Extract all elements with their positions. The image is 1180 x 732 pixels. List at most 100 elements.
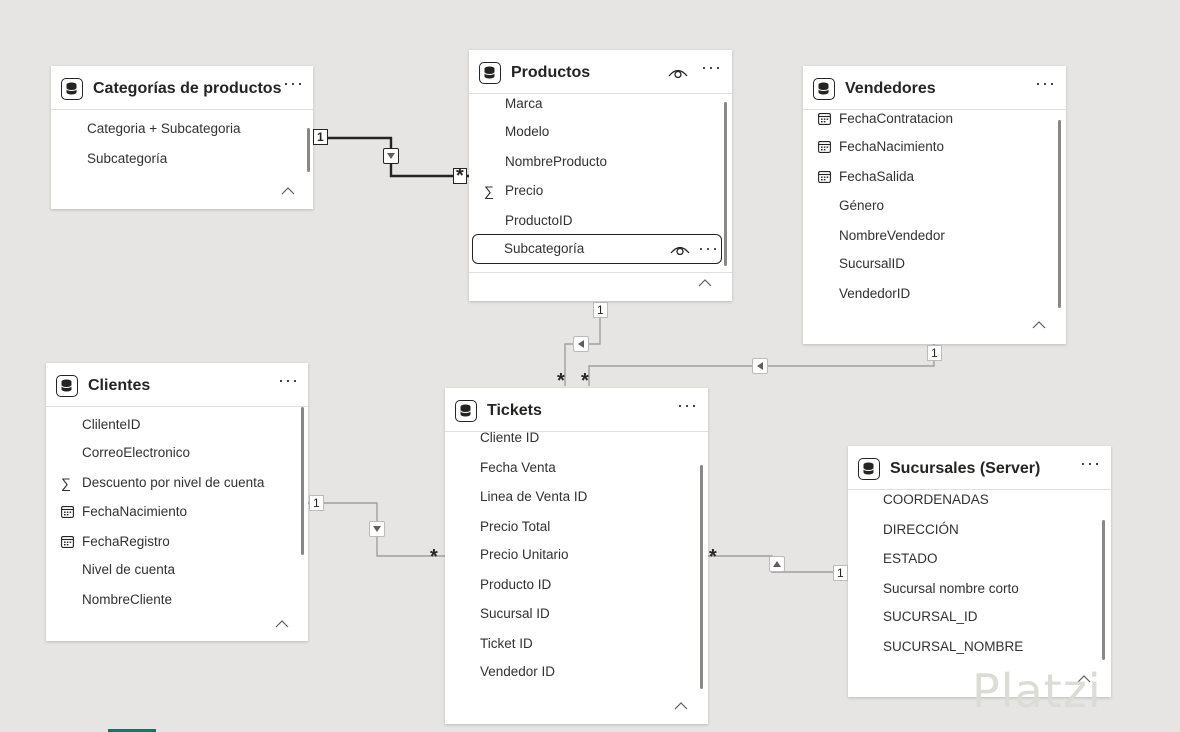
field-row[interactable]: ESTADO [848, 545, 1111, 573]
cardinality-one-label[interactable]: 1 [309, 495, 324, 511]
field-row[interactable]: ClilenteID [46, 411, 308, 439]
field-row[interactable]: Vendedor ID [445, 658, 708, 686]
field-name: SucursalID [839, 256, 906, 271]
scrollbar[interactable] [724, 102, 727, 266]
field-row[interactable]: SucursalID [803, 250, 1066, 278]
table-icon [56, 375, 78, 397]
field-row[interactable]: COORDENADAS [848, 486, 1111, 514]
field-row[interactable]: ∑ Descuento por nivel de cuenta [46, 469, 308, 497]
collapse-icon[interactable] [1032, 321, 1046, 329]
card-header[interactable]: Categorías de productos ··· [51, 66, 313, 110]
more-options-icon[interactable]: ··· [1035, 74, 1056, 92]
field-name: Subcategoría [87, 151, 168, 166]
scrollbar[interactable] [1058, 120, 1061, 308]
scrollbar[interactable] [307, 128, 310, 172]
cardinality-one-label[interactable]: 1 [313, 129, 328, 145]
cardinality-many-label[interactable]: * [453, 166, 467, 186]
table-card-tickets[interactable]: Tickets ··· Cliente ID Fecha Venta Linea… [445, 388, 708, 724]
more-options-icon[interactable]: ··· [278, 371, 299, 389]
card-title: Vendedores [845, 80, 936, 97]
field-row[interactable]: DIRECCIÓN [848, 516, 1111, 544]
field-row[interactable]: Fecha Venta [445, 454, 708, 482]
cardinality-one-label[interactable]: 1 [833, 565, 848, 581]
field-row[interactable]: FechaRegistro [46, 528, 308, 556]
field-row[interactable]: NombreCliente [46, 586, 308, 614]
field-row[interactable]: Género [803, 192, 1066, 220]
table-card-vendedores[interactable]: Vendedores ··· FechaContratacion FechaNa… [803, 66, 1066, 344]
field-row[interactable]: SUCURSAL_ID [848, 603, 1111, 631]
more-options-icon[interactable]: ··· [698, 234, 719, 262]
field-row[interactable]: Marca [469, 90, 732, 118]
sigma-icon: ∑ [61, 475, 71, 491]
filter-direction-up-icon[interactable] [769, 556, 785, 572]
more-options-icon[interactable]: ··· [283, 74, 304, 92]
more-options-icon[interactable]: ··· [701, 58, 722, 76]
visibility-eye-icon[interactable] [670, 244, 690, 256]
table-card-categorias[interactable]: Categorías de productos ··· Categoria + … [51, 66, 313, 209]
table-icon [479, 62, 501, 84]
field-row[interactable]: Linea de Venta ID [445, 483, 708, 511]
card-header[interactable]: Sucursales (Server) ··· [848, 446, 1111, 490]
field-row[interactable]: ∑ Precio [469, 177, 732, 205]
scrollbar[interactable] [301, 407, 304, 555]
field-row[interactable]: NombreVendedor [803, 222, 1066, 250]
cardinality-one-label[interactable]: 1 [593, 302, 608, 318]
field-row[interactable]: FechaNacimiento [46, 498, 308, 526]
more-options-icon[interactable]: ··· [677, 396, 698, 414]
field-row[interactable]: Precio Total [445, 513, 708, 541]
field-row[interactable]: Cliente ID [445, 424, 708, 452]
scrollbar[interactable] [700, 465, 703, 689]
field-row[interactable]: ProductoID [469, 207, 732, 235]
cardinality-many-label[interactable]: * [581, 371, 589, 391]
cardinality-many-label[interactable]: * [557, 371, 565, 391]
field-row[interactable]: Ticket ID [445, 630, 708, 658]
card-header[interactable]: Vendedores ··· [803, 66, 1066, 110]
field-name: ESTADO [883, 551, 938, 566]
card-header[interactable]: Productos ··· [469, 50, 732, 94]
cardinality-many-label[interactable]: * [709, 547, 717, 567]
collapse-icon[interactable] [281, 187, 295, 195]
card-title: Productos [511, 64, 591, 81]
model-canvas[interactable]: Categorías de productos ··· Categoria + … [0, 0, 1180, 732]
card-title: Clientes [88, 377, 151, 394]
more-options-icon[interactable]: ··· [1080, 454, 1101, 472]
field-row[interactable]: Categoria + Subcategoria [51, 115, 313, 143]
visibility-eye-icon[interactable] [668, 67, 688, 79]
field-row[interactable]: VendedorID [803, 280, 1066, 308]
field-row[interactable]: Subcategoría [51, 145, 313, 173]
field-row[interactable]: FechaSalida [803, 163, 1066, 191]
field-row[interactable]: SUCURSAL_NOMBRE [848, 633, 1111, 661]
field-row[interactable]: Sucursal nombre corto [848, 575, 1111, 603]
field-row[interactable]: FechaNacimiento [803, 133, 1066, 161]
field-row[interactable]: FechaContratacion [803, 105, 1066, 133]
field-name: Sucursal nombre corto [883, 581, 1019, 596]
card-header[interactable]: Clientes ··· [46, 363, 308, 407]
filter-direction-down-icon[interactable] [369, 521, 385, 537]
filter-direction-left-icon[interactable] [573, 336, 589, 352]
table-card-sucursales[interactable]: Sucursales (Server) ··· COORDENADAS DIRE… [848, 446, 1111, 697]
field-row[interactable]: Precio Unitario [445, 541, 708, 569]
field-row[interactable]: Producto ID [445, 571, 708, 599]
filter-direction-left-icon[interactable] [752, 358, 768, 374]
table-card-productos[interactable]: Productos ··· Marca Modelo NombreProduct… [469, 50, 732, 301]
field-name: Precio Total [480, 519, 551, 534]
scrollbar[interactable] [1102, 520, 1105, 660]
collapse-icon[interactable] [275, 620, 289, 628]
cardinality-many-label[interactable]: * [430, 547, 438, 567]
field-name: Fecha Venta [480, 460, 556, 475]
field-row[interactable]: Modelo [469, 118, 732, 146]
field-name: Género [839, 198, 885, 213]
field-name: COORDENADAS [883, 492, 989, 507]
collapse-icon[interactable] [674, 702, 688, 710]
field-row-selected[interactable]: Subcategoría ··· [472, 234, 722, 264]
cardinality-one-label[interactable]: 1 [927, 345, 942, 361]
field-row[interactable]: CorreoElectronico [46, 439, 308, 467]
table-card-clientes[interactable]: Clientes ··· ClilenteID CorreoElectronic… [46, 363, 308, 641]
field-row[interactable]: NombreProducto [469, 148, 732, 176]
collapse-icon[interactable] [698, 279, 712, 287]
field-name: Precio Unitario [480, 547, 569, 562]
field-row[interactable]: Sucursal ID [445, 600, 708, 628]
field-row[interactable]: Nivel de cuenta [46, 556, 308, 584]
calendar-icon [61, 506, 74, 518]
filter-direction-down-icon[interactable] [383, 148, 399, 164]
